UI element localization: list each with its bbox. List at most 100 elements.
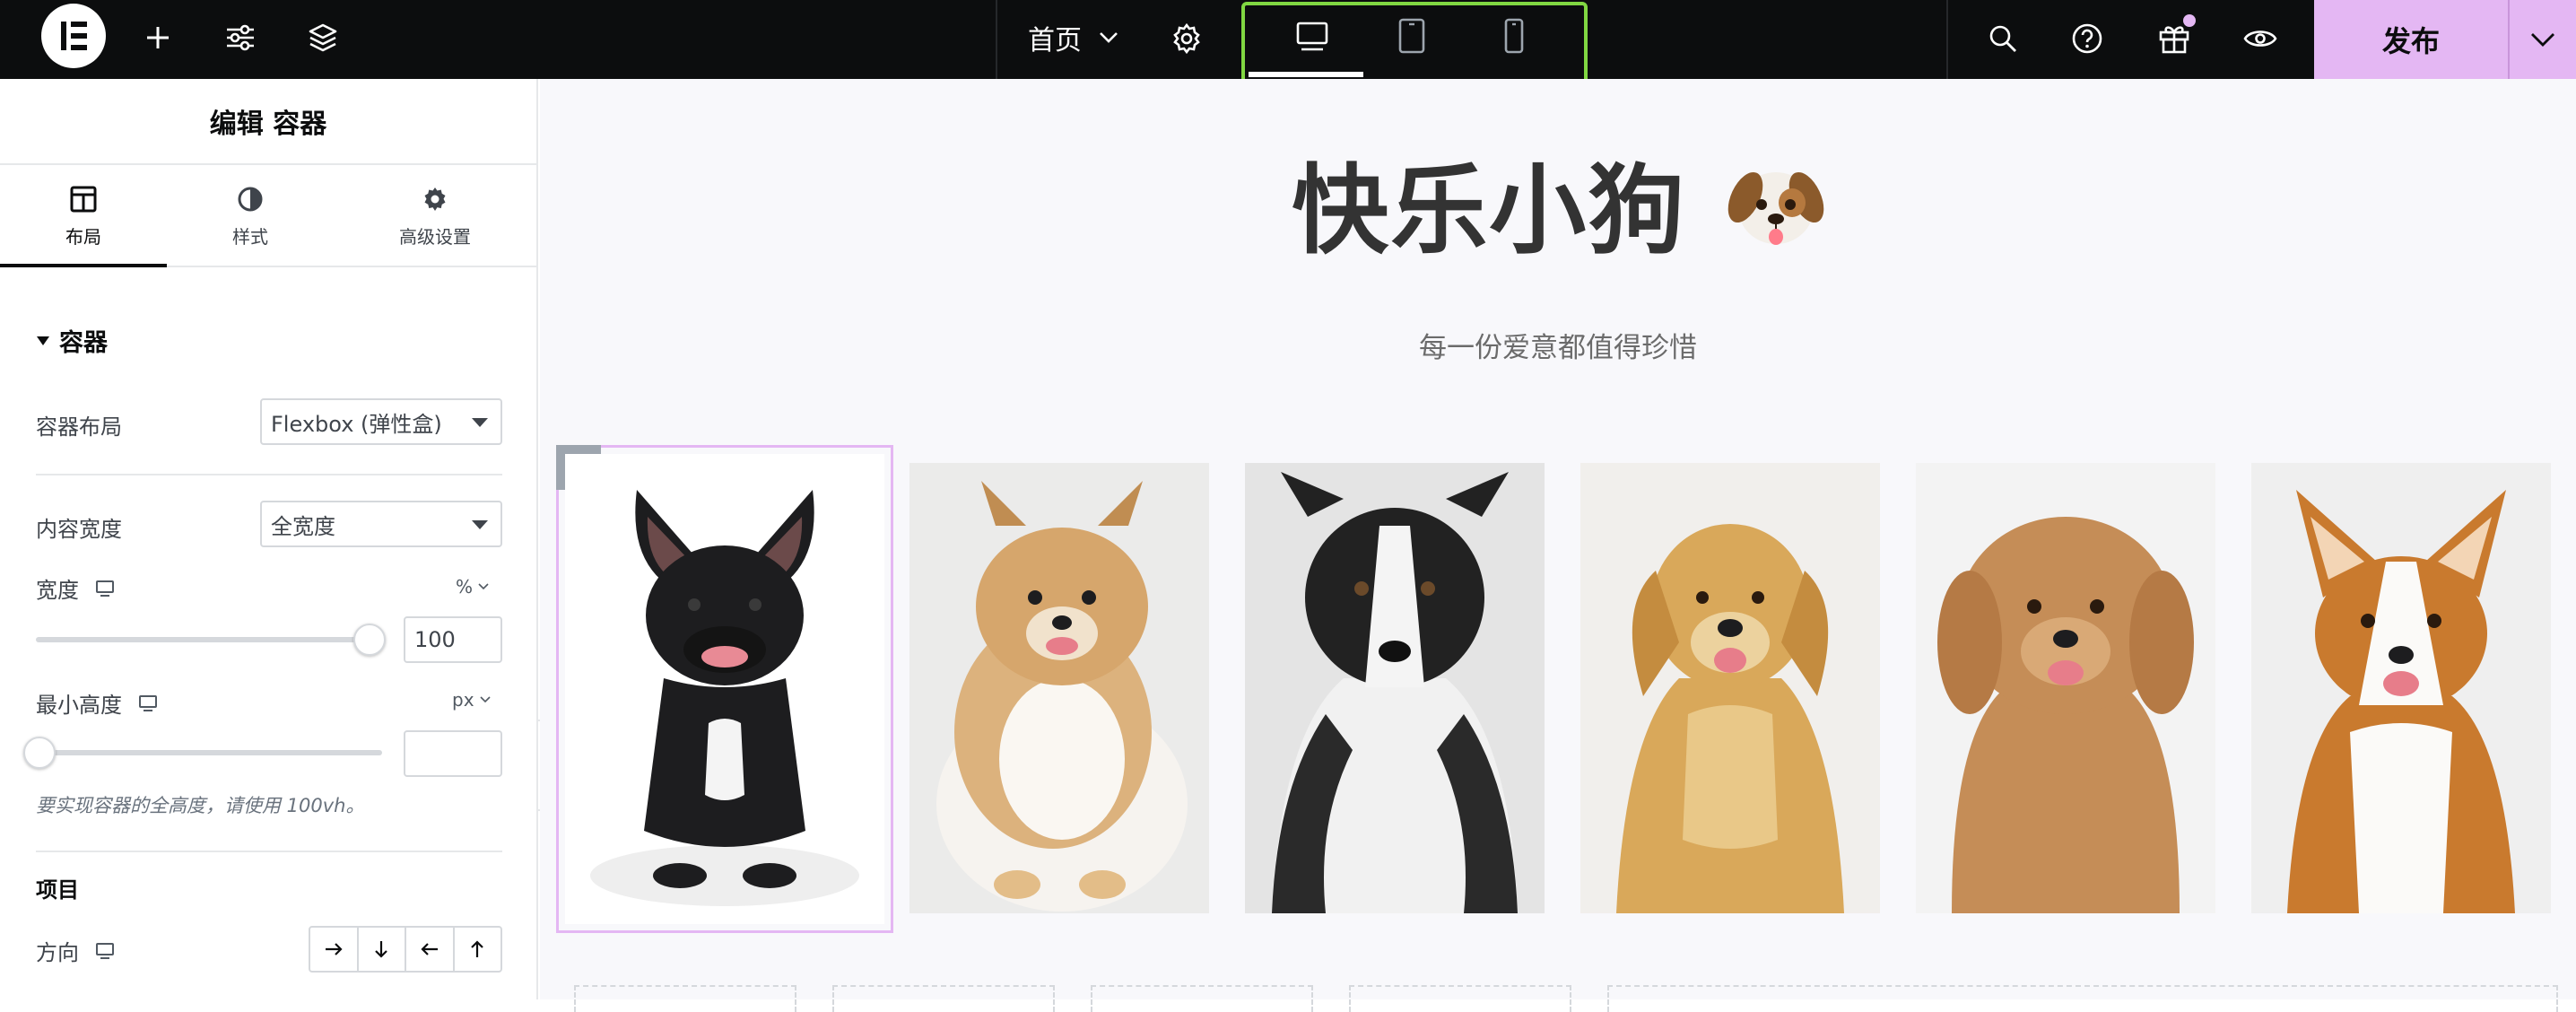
min-height-hint: 要实现容器的全高度，请使用 100vh。 xyxy=(36,795,365,816)
min-height-label-row: 最小高度 xyxy=(36,687,158,719)
empty-container-placeholder[interactable] xyxy=(832,985,1055,1012)
chevron-down-icon xyxy=(479,696,491,703)
publish-group: 发布 xyxy=(2314,0,2576,79)
content-width-value: 全宽度 xyxy=(271,513,335,539)
content-width-select[interactable]: 全宽度 xyxy=(260,501,502,547)
whats-new-button[interactable] xyxy=(2153,14,2196,59)
publish-options-button[interactable] xyxy=(2510,0,2576,79)
columns-icon xyxy=(70,186,97,212)
caret-down-icon xyxy=(37,336,49,345)
mobile-icon xyxy=(1504,18,1524,54)
help-button[interactable] xyxy=(2067,18,2108,59)
empty-container-placeholder[interactable] xyxy=(1091,985,1313,1012)
panel-title: 编辑 容器 xyxy=(0,79,536,165)
empty-container-placeholder[interactable] xyxy=(1607,985,2558,1012)
dog-image-card[interactable] xyxy=(2251,463,2551,913)
min-height-slider-handle[interactable] xyxy=(23,737,56,769)
finder-button[interactable] xyxy=(1982,18,2023,59)
preview-button[interactable] xyxy=(2239,18,2282,59)
search-icon xyxy=(1989,25,2016,52)
tab-style[interactable]: 样式 xyxy=(167,167,334,266)
french-bulldog-image xyxy=(590,490,859,906)
width-label-row: 宽度 xyxy=(36,572,115,604)
pomeranian-image xyxy=(909,463,1209,913)
direction-row-reverse-button[interactable] xyxy=(406,928,455,971)
dog-image-card[interactable] xyxy=(565,454,884,924)
topbar-divider xyxy=(1946,0,1948,79)
width-value: 100 xyxy=(414,627,456,652)
width-unit-select[interactable]: % xyxy=(456,576,489,598)
corgi-image xyxy=(2251,463,2551,913)
direction-row-button[interactable] xyxy=(310,928,359,971)
min-height-unit: px xyxy=(452,689,474,711)
direction-buttons xyxy=(309,926,502,973)
chevron-down-icon xyxy=(1100,32,1118,43)
panel-tabs: 布局 样式 高级设置 xyxy=(0,167,536,267)
dog-image-card[interactable] xyxy=(1245,463,1545,913)
tab-advanced-label: 高级设置 xyxy=(399,225,471,248)
notification-dot xyxy=(2183,14,2196,27)
caret-down-icon xyxy=(472,520,488,529)
elementor-logo-icon xyxy=(57,20,90,52)
publish-button[interactable]: 发布 xyxy=(2314,0,2508,79)
divider xyxy=(36,474,502,475)
empty-container-placeholder[interactable] xyxy=(1349,985,1571,1012)
tab-advanced[interactable]: 高级设置 xyxy=(334,167,536,266)
dog-image-card[interactable] xyxy=(1916,463,2215,913)
min-height-unit-select[interactable]: px xyxy=(452,689,491,711)
width-input[interactable]: 100 xyxy=(404,616,502,663)
arrow-down-icon xyxy=(375,941,388,958)
structure-button[interactable] xyxy=(301,18,344,57)
tablet-view-button[interactable] xyxy=(1392,14,1432,57)
min-height-input[interactable] xyxy=(404,730,502,777)
tab-style-label: 样式 xyxy=(232,225,268,248)
container-layout-select[interactable]: Flexbox (弹性盒) xyxy=(260,398,502,445)
direction-label-row: 方向 xyxy=(36,935,115,966)
dog-face-emoji-icon xyxy=(1727,171,1824,245)
width-unit: % xyxy=(456,576,474,598)
mobile-view-button[interactable] xyxy=(1496,14,1532,57)
golden-retriever-image xyxy=(1580,463,1880,913)
dog-image-card[interactable] xyxy=(909,463,1209,913)
container-layout-label: 容器布局 xyxy=(36,414,122,440)
direction-column-button[interactable] xyxy=(359,928,406,971)
desktop-view-button[interactable] xyxy=(1292,16,1333,57)
desktop-icon[interactable] xyxy=(95,580,115,598)
container-layout-value: Flexbox (弹性盒) xyxy=(271,411,442,437)
page-name: 首页 xyxy=(1028,25,1082,57)
desktop-icon[interactable] xyxy=(95,942,115,960)
arrow-up-icon xyxy=(471,940,484,957)
page-selector[interactable]: 首页 xyxy=(1028,13,1119,63)
sliders-icon xyxy=(227,24,254,51)
tablet-icon xyxy=(1398,18,1425,54)
direction-label: 方向 xyxy=(36,940,79,965)
desktop-icon[interactable] xyxy=(138,694,158,712)
items-heading: 项目 xyxy=(36,877,79,903)
site-settings-button[interactable] xyxy=(219,18,262,57)
page-heading-text: 快乐小狗 xyxy=(1292,155,1687,267)
direction-column-reverse-button[interactable] xyxy=(455,928,501,971)
min-height-label: 最小高度 xyxy=(36,693,122,718)
tab-layout[interactable]: 布局 xyxy=(0,167,167,267)
editor-topbar: 首页 发布 xyxy=(0,0,2576,93)
empty-container-placeholder[interactable] xyxy=(574,985,796,1012)
min-height-slider-track[interactable] xyxy=(36,750,382,755)
width-slider-track[interactable] xyxy=(36,637,382,642)
divider xyxy=(36,851,502,852)
page-settings-button[interactable] xyxy=(1166,18,1207,59)
chevron-down-icon xyxy=(2531,33,2554,47)
active-tab-indicator xyxy=(0,264,167,267)
gear-icon xyxy=(1173,22,1200,55)
add-element-button[interactable] xyxy=(138,18,178,57)
desktop-icon xyxy=(1296,22,1328,51)
dog-image-card[interactable] xyxy=(1580,463,1880,913)
section-container-toggle[interactable]: 容器 xyxy=(36,323,108,358)
plus-icon xyxy=(147,27,169,48)
page-subtitle[interactable]: 每一份爱意都值得珍惜 xyxy=(540,325,2576,365)
caret-down-icon xyxy=(472,418,488,427)
border-collie-image xyxy=(1245,463,1545,913)
section-title: 容器 xyxy=(59,329,108,357)
page-heading[interactable]: 快乐小狗 xyxy=(540,133,2576,273)
width-slider-handle[interactable] xyxy=(353,624,386,656)
elementor-logo-button[interactable] xyxy=(41,4,106,68)
